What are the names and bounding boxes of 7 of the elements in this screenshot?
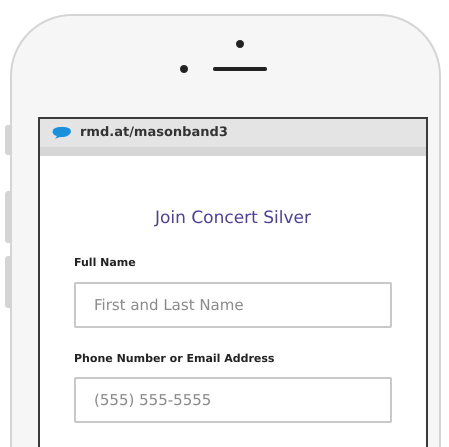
input-field[interactable]: (555) 555-5555: [74, 377, 392, 423]
field-label: Phone Number or Email Address: [74, 350, 276, 366]
input-field[interactable]: First and Last Name: [74, 282, 392, 328]
form-title: Join Concert Silver: [153, 206, 312, 230]
field-label: Full Name: [74, 255, 137, 271]
chat-bubble-icon: [52, 126, 72, 140]
url-text: rmd.at/masonband3: [80, 124, 228, 142]
